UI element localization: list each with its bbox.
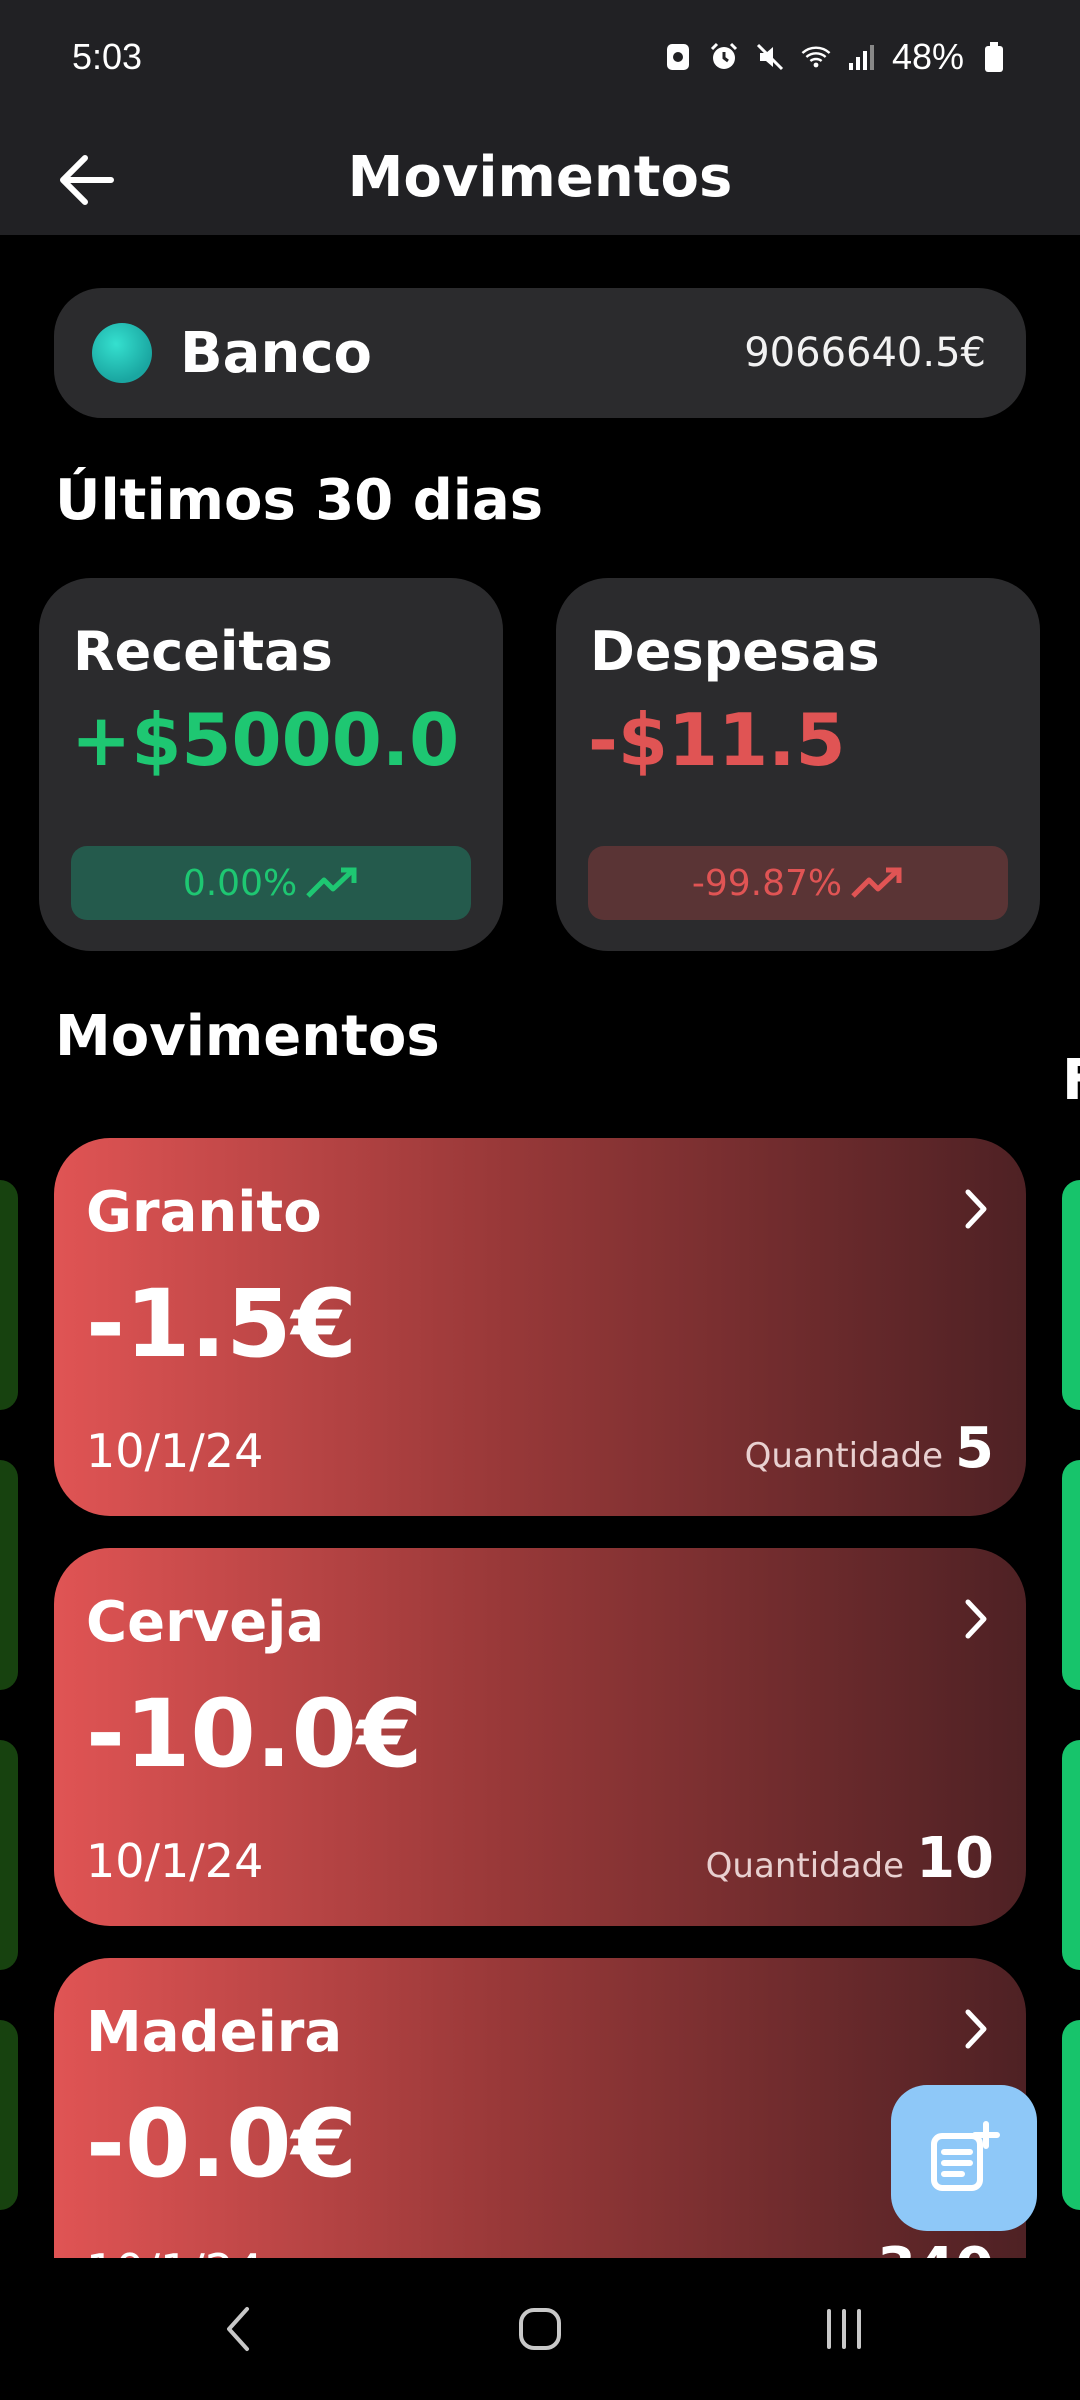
nav-home-button[interactable] [470, 2258, 610, 2400]
movement-quantity: Quantidade 10 [706, 1826, 994, 1891]
trending-up-icon [851, 867, 902, 898]
period-title: Últimos 30 dias [55, 468, 544, 533]
income-change-badge: 0.00% [71, 846, 471, 920]
chevron-right-icon [965, 1599, 987, 1639]
income-card[interactable]: Receitas +$5000.0 0.00% [39, 578, 503, 951]
expense-change-value: -99.87% [691, 862, 843, 904]
nav-recents-icon [827, 2309, 861, 2349]
nav-recents-button[interactable] [774, 2258, 914, 2400]
movement-name: Madeira [86, 2000, 343, 2065]
expense-card[interactable]: Despesas -$11.5 -99.87% [556, 578, 1040, 951]
account-balance: 9066640.5€ [744, 330, 986, 376]
signal-icon [846, 41, 878, 73]
page-title: Movimentos [347, 145, 733, 210]
income-amount: +$5000.0 [71, 698, 460, 782]
income-change-value: 0.00% [182, 862, 298, 904]
movements-title: Movimentos [55, 1004, 440, 1069]
quantity-value: 10 [916, 1826, 994, 1891]
movement-amount: -1.5€ [86, 1270, 357, 1379]
trending-up-icon [306, 867, 357, 898]
mute-icon [754, 41, 786, 73]
battery-percent: 48% [891, 36, 964, 77]
expense-amount: -$11.5 [588, 698, 846, 782]
movement-card[interactable]: Cerveja -10.0€ 10/1/24 Quantidade 10 [54, 1548, 1026, 1926]
chevron-right-icon [965, 2009, 987, 2049]
quantity-value: 5 [955, 1416, 994, 1481]
movement-card[interactable]: Granito -1.5€ 10/1/24 Quantidade 5 [54, 1138, 1026, 1516]
movement-date: 10/1/24 [86, 1424, 264, 1478]
app-bar: Movimentos [0, 120, 1080, 235]
battery-icon [978, 41, 1010, 73]
account-name: Banco [180, 320, 373, 386]
next-section-peek: F [1062, 1048, 1080, 1113]
add-movement-button[interactable] [891, 2085, 1037, 2231]
movement-amount: -0.0€ [86, 2090, 357, 2199]
quantity-value: 340 [877, 2236, 994, 2258]
nav-home-icon [519, 2308, 561, 2350]
movement-quantity: Quantidade 5 [745, 1416, 994, 1481]
quantity-label: Quantidade [705, 1846, 905, 1886]
sim-icon [662, 41, 694, 73]
quantity-label: Quantidade [744, 1436, 944, 1476]
movement-date: 10/1/24 [86, 2244, 263, 2258]
expense-change-badge: -99.87% [588, 846, 1008, 920]
nav-back-icon [227, 2307, 249, 2351]
status-bar: 5:03 48% [0, 0, 1080, 120]
account-color-dot [92, 323, 152, 383]
nav-back-button[interactable] [168, 2258, 308, 2400]
movement-card[interactable]: Madeira -0.0€ 10/1/24 Quantidade 340 [54, 1958, 1026, 2258]
add-note-icon [931, 2121, 1000, 2191]
movement-amount: -10.0€ [86, 1680, 423, 1789]
expense-label: Despesas [590, 620, 880, 683]
movement-name: Cerveja [86, 1590, 325, 1655]
system-nav-bar [0, 2258, 1080, 2400]
movement-name: Granito [86, 1180, 322, 1245]
status-icons: 48% [662, 36, 1010, 78]
account-selector[interactable]: Banco 9066640.5€ [54, 288, 1026, 418]
status-time: 5:03 [72, 36, 143, 77]
chevron-right-icon [965, 1189, 987, 1229]
income-label: Receitas [73, 620, 333, 683]
wifi-icon [800, 41, 832, 73]
alarm-icon [708, 41, 740, 73]
movement-quantity: Quantidade 340 [667, 2236, 994, 2258]
movement-date: 10/1/24 [86, 1834, 264, 1888]
